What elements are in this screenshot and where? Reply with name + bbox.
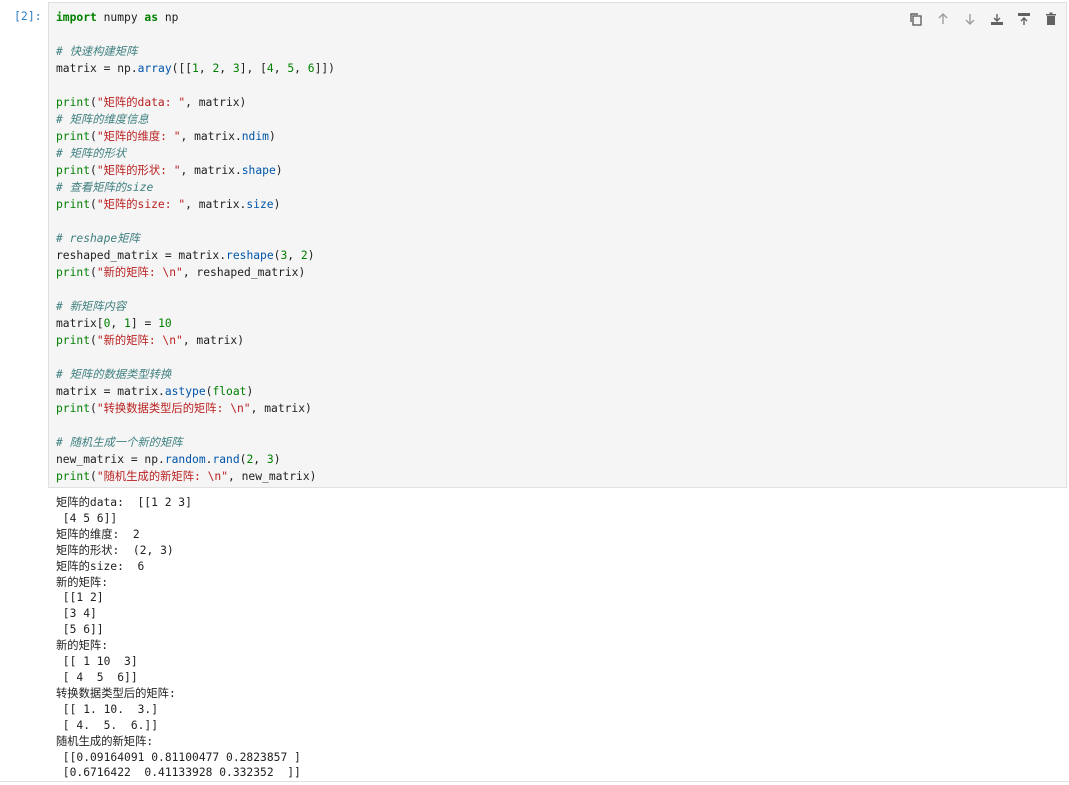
output-line: 矩阵的data: [[1 2 3] (56, 496, 192, 509)
move-up-icon[interactable] (934, 10, 952, 28)
code-line: ​ (56, 349, 335, 366)
code-cell[interactable]: import numpy as np ​ # 快速构建矩阵 matrix = np.a… (48, 2, 1067, 488)
output-line: [[ 1. 10. 3.] (56, 702, 159, 716)
code-line: # 快速构建矩阵 (56, 45, 138, 58)
divider (0, 781, 1069, 782)
code-line: matrix[0, 1] = 10 (56, 317, 172, 330)
code-line: print("矩阵的data: ", matrix) (56, 96, 247, 109)
code-line: print("矩阵的维度: ", matrix.ndim) (56, 130, 276, 143)
code-line: ​ (56, 417, 335, 434)
output-line: [0.6716422 0.41133928 0.332352 ]] (56, 766, 301, 780)
output-line: [4 5 6]] (56, 511, 118, 525)
duplicate-icon[interactable] (907, 10, 925, 28)
code-line: # 矩阵的维度信息 (56, 113, 149, 126)
code-line: print("随机生成的新矩阵: \n", new_matrix) (56, 470, 317, 483)
code-line: # 矩阵的数据类型转换 (56, 368, 172, 381)
code-line: ​ (56, 26, 335, 43)
move-down-icon[interactable] (961, 10, 979, 28)
code-line: matrix = np.array([[1, 2, 3], [4, 5, 6]]… (56, 62, 335, 75)
delete-icon[interactable] (1042, 10, 1060, 28)
code-line: # 矩阵的形状 (56, 147, 127, 160)
output-line: [[0.09164091 0.81100477 0.2823857 ] (56, 750, 301, 764)
code-line: ​ (56, 281, 335, 298)
output-line: 矩阵的维度: 2 (56, 527, 140, 541)
code-editor[interactable]: import numpy as np ​ # 快速构建矩阵 matrix = np.a… (56, 9, 335, 485)
output-line: 新的矩阵: (56, 639, 108, 653)
output-line: [ 4 5 6]] (56, 670, 138, 684)
code-line: new_matrix = np.random.rand(2, 3) (56, 453, 281, 466)
output-line: 转换数据类型后的矩阵: (56, 686, 176, 700)
cell-toolbar (907, 8, 1060, 30)
output-line: 矩阵的size: 6 (56, 559, 145, 573)
code-line: # reshape矩阵 (56, 232, 140, 245)
cell-output: 矩阵的data: [[1 2 3] [4 5 6]] 矩阵的维度: 2 矩阵的形状:… (56, 495, 301, 781)
insert-above-icon[interactable] (988, 10, 1006, 28)
code-line: reshaped_matrix = matrix.reshape(3, 2) (56, 249, 315, 262)
code-line: # 随机生成一个新的矩阵 (56, 436, 183, 449)
code-line: print("矩阵的size: ", matrix.size) (56, 198, 281, 211)
code-line: # 查看矩阵的size (56, 181, 154, 194)
code-line: ​ (56, 77, 335, 94)
output-line: [ 4. 5. 6.]] (56, 718, 159, 732)
execution-count: [2]: (14, 9, 42, 23)
output-line: [[ 1 10 3] (56, 655, 138, 669)
output-line: 新的矩阵: (56, 575, 108, 589)
output-line: [[1 2] (56, 591, 104, 605)
output-line: 随机生成的新矩阵: (56, 734, 154, 748)
output-line: [5 6]] (56, 623, 104, 637)
code-line: # 新矩阵内容 (56, 300, 127, 313)
code-line: print("新的矩阵: \n", reshaped_matrix) (56, 266, 306, 279)
output-line: [3 4] (56, 607, 97, 621)
code-line: print("新的矩阵: \n", matrix) (56, 334, 245, 347)
code-line: matrix = matrix.astype(float) (56, 385, 254, 398)
output-line: 矩阵的形状: (2, 3) (56, 543, 174, 557)
code-line: print("矩阵的形状: ", matrix.shape) (56, 164, 283, 177)
code-line: import numpy as np (56, 11, 179, 24)
code-line: ​ (56, 213, 335, 230)
code-line: print("转换数据类型后的矩阵: \n", matrix) (56, 402, 312, 415)
insert-below-icon[interactable] (1015, 10, 1033, 28)
